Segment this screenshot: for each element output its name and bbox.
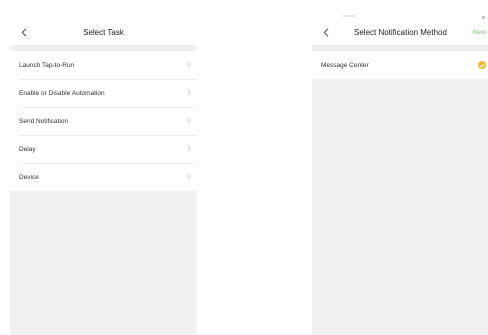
notification-method-list: Message Center <box>312 51 488 79</box>
task-item-enable-disable-automation[interactable]: Enable or Disable Automation <box>10 79 197 107</box>
select-notification-method-screen: Select Notification Method Next Message … <box>312 19 488 335</box>
list-item-label: Launch Tap-to-Run <box>19 61 75 69</box>
page-title: Select Task <box>83 27 124 37</box>
chevron-right-icon <box>187 117 191 124</box>
list-item-label: Device <box>19 173 39 181</box>
chevron-left-icon <box>21 27 27 37</box>
task-item-launch-tap-to-run[interactable]: Launch Tap-to-Run <box>10 51 197 79</box>
chevron-right-icon <box>187 145 191 152</box>
method-item-message-center[interactable]: Message Center <box>312 51 488 79</box>
list-item-label: Send Notification <box>19 117 69 125</box>
back-button[interactable] <box>15 19 33 45</box>
task-item-device[interactable]: Device <box>10 163 197 191</box>
list-item-label: Enable or Disable Automation <box>19 89 105 97</box>
navigation-bar: Select Task <box>10 19 197 45</box>
select-task-screen: Select Task Launch Tap-to-Run Enable or … <box>10 19 197 335</box>
navigation-bar: Select Notification Method Next <box>312 19 488 45</box>
chevron-left-icon <box>323 27 329 37</box>
chevron-right-icon <box>187 61 191 68</box>
page-title: Select Notification Method <box>354 27 447 37</box>
page: Select Task Launch Tap-to-Run Enable or … <box>0 0 488 335</box>
list-item-label: Message Center <box>321 61 369 69</box>
task-item-delay[interactable]: Delay <box>10 135 197 163</box>
check-circle-icon <box>478 61 486 69</box>
task-list: Launch Tap-to-Run Enable or Disable Auto… <box>10 51 197 191</box>
chevron-right-icon <box>187 89 191 96</box>
list-item-label: Delay <box>19 145 36 153</box>
status-bar-fragment <box>343 15 355 17</box>
back-button[interactable] <box>317 19 335 45</box>
next-button[interactable]: Next <box>473 29 486 36</box>
task-item-send-notification[interactable]: Send Notification <box>10 107 197 135</box>
chevron-right-icon <box>187 173 191 180</box>
